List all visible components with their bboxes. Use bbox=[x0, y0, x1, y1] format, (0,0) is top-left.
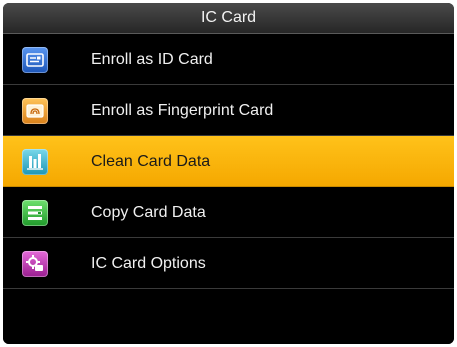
menu-item-clean-card-data[interactable]: Clean Card Data bbox=[3, 136, 454, 187]
menu-item-label: Clean Card Data bbox=[91, 153, 211, 170]
menu-item-label: IC Card Options bbox=[91, 255, 206, 272]
menu-item-label: Enroll as ID Card bbox=[91, 51, 213, 68]
card-options-icon bbox=[22, 251, 48, 277]
menu-item-enroll-fingerprint-card[interactable]: Enroll as Fingerprint Card bbox=[3, 85, 454, 136]
device-screen: IC Card Enroll as ID Card Enroll as Fing… bbox=[3, 3, 454, 344]
menu-item-ic-card-options[interactable]: IC Card Options bbox=[3, 238, 454, 289]
copy-data-icon bbox=[22, 200, 48, 226]
menu-item-label: Enroll as Fingerprint Card bbox=[91, 102, 274, 119]
empty-area bbox=[3, 295, 454, 344]
menu-item-enroll-id-card[interactable]: Enroll as ID Card bbox=[3, 34, 454, 85]
id-card-icon bbox=[22, 47, 48, 73]
ic-card-menu: Enroll as ID Card Enroll as Fingerprint … bbox=[3, 34, 454, 289]
screen-header: IC Card bbox=[3, 3, 454, 34]
clean-data-icon bbox=[22, 149, 48, 175]
menu-item-label: Copy Card Data bbox=[91, 204, 206, 221]
screen-title: IC Card bbox=[200, 9, 257, 26]
fingerprint-card-icon bbox=[22, 98, 48, 124]
menu-item-copy-card-data[interactable]: Copy Card Data bbox=[3, 187, 454, 238]
